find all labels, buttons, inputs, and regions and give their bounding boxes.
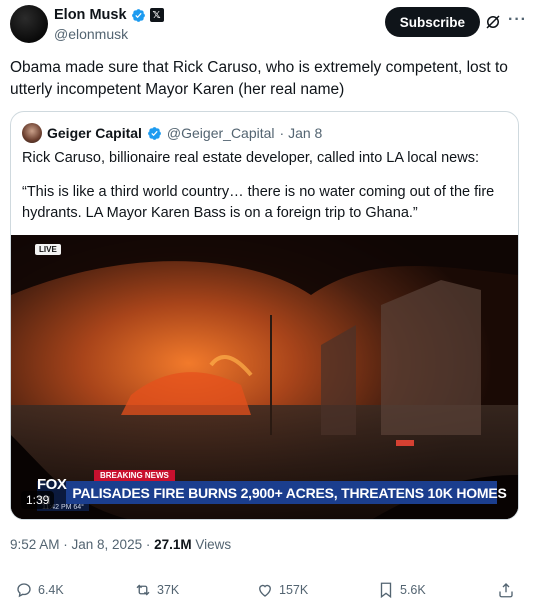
more-options-icon[interactable]: ··· [508,12,526,31]
video-player[interactable]: LIVE BREAKING NEWS FOX 11 PALISADES FIRE… [11,235,518,519]
bookmark-button[interactable]: 5.6K [377,581,426,599]
bookmark-icon [380,582,392,599]
grok-icon[interactable] [484,13,502,31]
author-block: Elon Musk 𝕏 @elonmusk [54,6,164,42]
news-lower-third: FOX 11 PALISADES FIRE BURNS 2,900+ ACRES… [37,476,507,510]
heart-icon [259,584,271,597]
x-logo-icon: 𝕏 [149,8,164,22]
quoted-tweet[interactable]: Geiger Capital @Geiger_Capital · Jan 8 R… [10,111,519,520]
quote-author-handle: @Geiger_Capital [166,125,275,141]
action-bar: 6.4K 37K 157K 5.6K [15,581,515,603]
share-icon [499,583,513,598]
video-duration: 1:39 [21,491,55,509]
quote-text-line-2: “This is like a third world country… the… [22,184,495,221]
repost-button[interactable]: 37K [134,581,179,599]
quote-text-line-1: Rick Caruso, billionaire real estate dev… [22,150,479,166]
author-avatar[interactable] [10,5,48,43]
reply-count: 6.4K [38,583,64,597]
verified-icon [131,8,145,22]
bookmark-count: 5.6K [400,583,426,597]
news-headline: PALISADES FIRE BURNS 2,900+ ACRES, THREA… [72,484,507,501]
subscribe-button[interactable]: Subscribe [384,7,480,37]
repost-count: 37K [157,583,180,597]
live-badge: LIVE [35,244,61,255]
quote-verified-icon [148,126,161,140]
video-frame [11,235,518,519]
quote-author-avatar [22,123,42,143]
like-count: 157K [279,583,309,597]
tweet-time: 9:52 AM · Jan 8, 2025 · [10,537,155,552]
author-handle[interactable]: @elonmusk [54,26,164,42]
tweet-text: Obama made sure that Rick Caruso, who is… [10,59,508,98]
repost-icon [136,584,150,596]
quote-date: · Jan 8 [279,125,323,141]
reply-icon [17,583,31,598]
reply-button[interactable]: 6.4K [15,581,64,599]
tweet-header: Elon Musk 𝕏 @elonmusk Subscribe ··· [10,4,526,44]
author-name[interactable]: Elon Musk [54,7,127,23]
breaking-news-banner: BREAKING NEWS [94,470,175,481]
like-button[interactable]: 157K [256,581,308,599]
quote-header: Geiger Capital @Geiger_Capital · Jan 8 [22,123,322,143]
views-label: Views [191,537,232,552]
quote-author-name: Geiger Capital [47,125,142,141]
views-count: 27.1M [154,537,192,552]
tweet-timestamp[interactable]: 9:52 AM · Jan 8, 2025 · 27.1M Views [10,537,231,552]
share-button[interactable] [497,581,515,599]
